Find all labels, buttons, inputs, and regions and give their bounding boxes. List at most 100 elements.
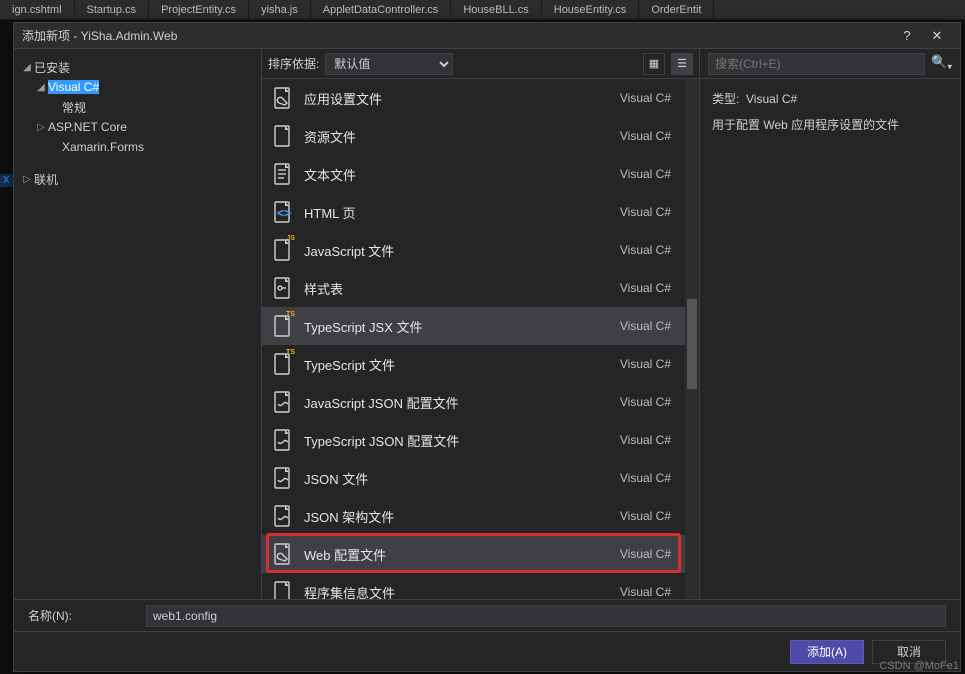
- file-icon: [272, 276, 292, 300]
- add-button[interactable]: 添加(A): [790, 640, 864, 664]
- sort-dropdown[interactable]: 默认值: [325, 53, 453, 75]
- template-lang: Visual C#: [620, 281, 671, 295]
- template-name: 样式表: [304, 279, 608, 298]
- template-lang: Visual C#: [620, 243, 671, 257]
- editor-tab[interactable]: yisha.js: [249, 0, 311, 19]
- filename-input[interactable]: [146, 605, 946, 627]
- file-icon: JS: [272, 238, 292, 262]
- tree-visual-csharp[interactable]: ◢Visual C#: [14, 77, 261, 97]
- grid-view-button[interactable]: ▦: [643, 53, 665, 75]
- template-pane: 排序依据: 默认值 ▦ ☰ 应用设置文件Visual C#资源文件Visual …: [262, 49, 700, 599]
- template-row[interactable]: JavaScript JSON 配置文件 Visual C#: [262, 383, 685, 421]
- template-name: 文本文件: [304, 165, 608, 184]
- template-row[interactable]: JSON 架构文件 Visual C#: [262, 497, 685, 535]
- template-row[interactable]: 样式表 Visual C#: [262, 269, 685, 307]
- search-icon[interactable]: 🔍▾: [931, 54, 952, 73]
- template-name: 应用设置文件: [304, 89, 608, 108]
- template-name: JSON 架构文件: [304, 507, 608, 526]
- template-lang: Visual C#: [620, 357, 671, 371]
- dialog-footer: 添加(A) 取消: [14, 631, 960, 671]
- file-icon: [272, 542, 292, 566]
- file-icon: TS: [272, 314, 292, 338]
- template-row[interactable]: <> HTML 页 Visual C#: [262, 193, 685, 231]
- template-lang: Visual C#: [620, 395, 671, 409]
- template-row[interactable]: TypeScript JSON 配置文件Visual C#: [262, 421, 685, 459]
- template-row[interactable]: TS TypeScript JSX 文件 Visual C#: [262, 307, 685, 345]
- file-icon: [272, 580, 292, 599]
- list-view-button[interactable]: ☰: [671, 53, 693, 75]
- template-row[interactable]: JSON 文件 Visual C#: [262, 459, 685, 497]
- template-list: 应用设置文件Visual C#资源文件Visual C#文本文件Visual C…: [262, 79, 699, 599]
- template-lang: Visual C#: [620, 129, 671, 143]
- editor-tab[interactable]: HouseEntity.cs: [542, 0, 640, 19]
- tree-general[interactable]: 常规: [14, 97, 261, 117]
- template-lang: Visual C#: [620, 547, 671, 561]
- template-row[interactable]: Web 配置文件 Visual C#: [262, 535, 685, 573]
- add-new-item-dialog: 添加新项 - YiSha.Admin.Web ? ✕ ◢已安装 ◢Visual …: [13, 22, 961, 672]
- scrollbar[interactable]: [685, 79, 699, 599]
- template-lang: Visual C#: [620, 319, 671, 333]
- template-name: 程序集信息文件: [304, 583, 608, 600]
- template-name: JSON 文件: [304, 469, 608, 488]
- template-name: Web 配置文件: [304, 545, 608, 564]
- editor-tab[interactable]: Startup.cs: [75, 0, 150, 19]
- editor-tab[interactable]: ign.cshtml: [0, 0, 75, 19]
- editor-tab[interactable]: ProjectEntity.cs: [149, 0, 249, 19]
- template-toolbar: 排序依据: 默认值 ▦ ☰: [262, 49, 699, 79]
- tree-xamarin-forms[interactable]: Xamarin.Forms: [14, 137, 261, 157]
- template-lang: Visual C#: [620, 205, 671, 219]
- file-icon: TS: [272, 352, 292, 376]
- tree-label: 已安装: [34, 59, 70, 76]
- file-icon: [272, 124, 292, 148]
- file-icon: [272, 162, 292, 186]
- file-icon: [272, 466, 292, 490]
- template-row[interactable]: 文本文件 Visual C#: [262, 155, 685, 193]
- file-icon: [272, 86, 292, 110]
- template-name: JavaScript JSON 配置文件: [304, 393, 608, 412]
- tree-label: ASP.NET Core: [48, 120, 127, 134]
- template-lang: Visual C#: [620, 585, 671, 599]
- template-row[interactable]: 应用设置文件Visual C#: [262, 79, 685, 117]
- details-type-line: 类型: Visual C#: [712, 89, 948, 109]
- tree-label: Visual C#: [48, 80, 99, 94]
- details-pane: 🔍▾ 类型: Visual C# 用于配置 Web 应用程序设置的文件: [700, 49, 960, 599]
- template-row[interactable]: 程序集信息文件 Visual C#: [262, 573, 685, 599]
- template-row[interactable]: JS JavaScript 文件 Visual C#: [262, 231, 685, 269]
- file-icon: <>: [272, 200, 292, 224]
- editor-tab-strip: ign.cshtmlStartup.csProjectEntity.csyish…: [0, 0, 965, 20]
- tree-label: 联机: [34, 171, 58, 188]
- template-lang: Visual C#: [620, 509, 671, 523]
- scroll-thumb[interactable]: [687, 299, 697, 389]
- watermark: CSDN @MoFe1: [879, 660, 959, 672]
- dialog-titlebar: 添加新项 - YiSha.Admin.Web ? ✕: [14, 23, 960, 49]
- tree-installed[interactable]: ◢已安装: [14, 57, 261, 77]
- template-row[interactable]: 资源文件 Visual C#: [262, 117, 685, 155]
- help-button[interactable]: ?: [892, 28, 922, 43]
- template-name: JavaScript 文件: [304, 241, 608, 260]
- template-name: TypeScript JSX 文件: [304, 317, 608, 336]
- editor-tab[interactable]: HouseBLL.cs: [451, 0, 541, 19]
- tree-aspnet-core[interactable]: ▷ASP.NET Core: [14, 117, 261, 137]
- template-lang: Visual C#: [620, 167, 671, 181]
- template-row[interactable]: TS TypeScript 文件 Visual C#: [262, 345, 685, 383]
- sort-label: 排序依据:: [268, 55, 319, 72]
- tree-label: Xamarin.Forms: [62, 140, 144, 154]
- filename-label: 名称(N):: [28, 607, 128, 624]
- file-icon: [272, 504, 292, 528]
- file-icon: [272, 390, 292, 414]
- template-name: TypeScript 文件: [304, 355, 608, 374]
- svg-text:<>: <>: [277, 206, 291, 220]
- tree-online[interactable]: ▷联机: [14, 169, 261, 189]
- template-name: 资源文件: [304, 127, 608, 146]
- category-tree: ◢已安装 ◢Visual C# 常规 ▷ASP.NET Core Xamarin…: [14, 49, 262, 599]
- template-lang: Visual C#: [620, 471, 671, 485]
- close-button[interactable]: ✕: [922, 28, 952, 44]
- template-name: TypeScript JSON 配置文件: [304, 431, 608, 450]
- editor-tab[interactable]: AppletDataController.cs: [311, 0, 452, 19]
- template-name: HTML 页: [304, 203, 608, 222]
- tree-label: 常规: [62, 99, 86, 116]
- details-description: 用于配置 Web 应用程序设置的文件: [712, 115, 948, 135]
- editor-tab[interactable]: OrderEntit: [639, 0, 714, 19]
- search-bar: 🔍▾: [700, 49, 960, 79]
- search-input[interactable]: [708, 53, 925, 75]
